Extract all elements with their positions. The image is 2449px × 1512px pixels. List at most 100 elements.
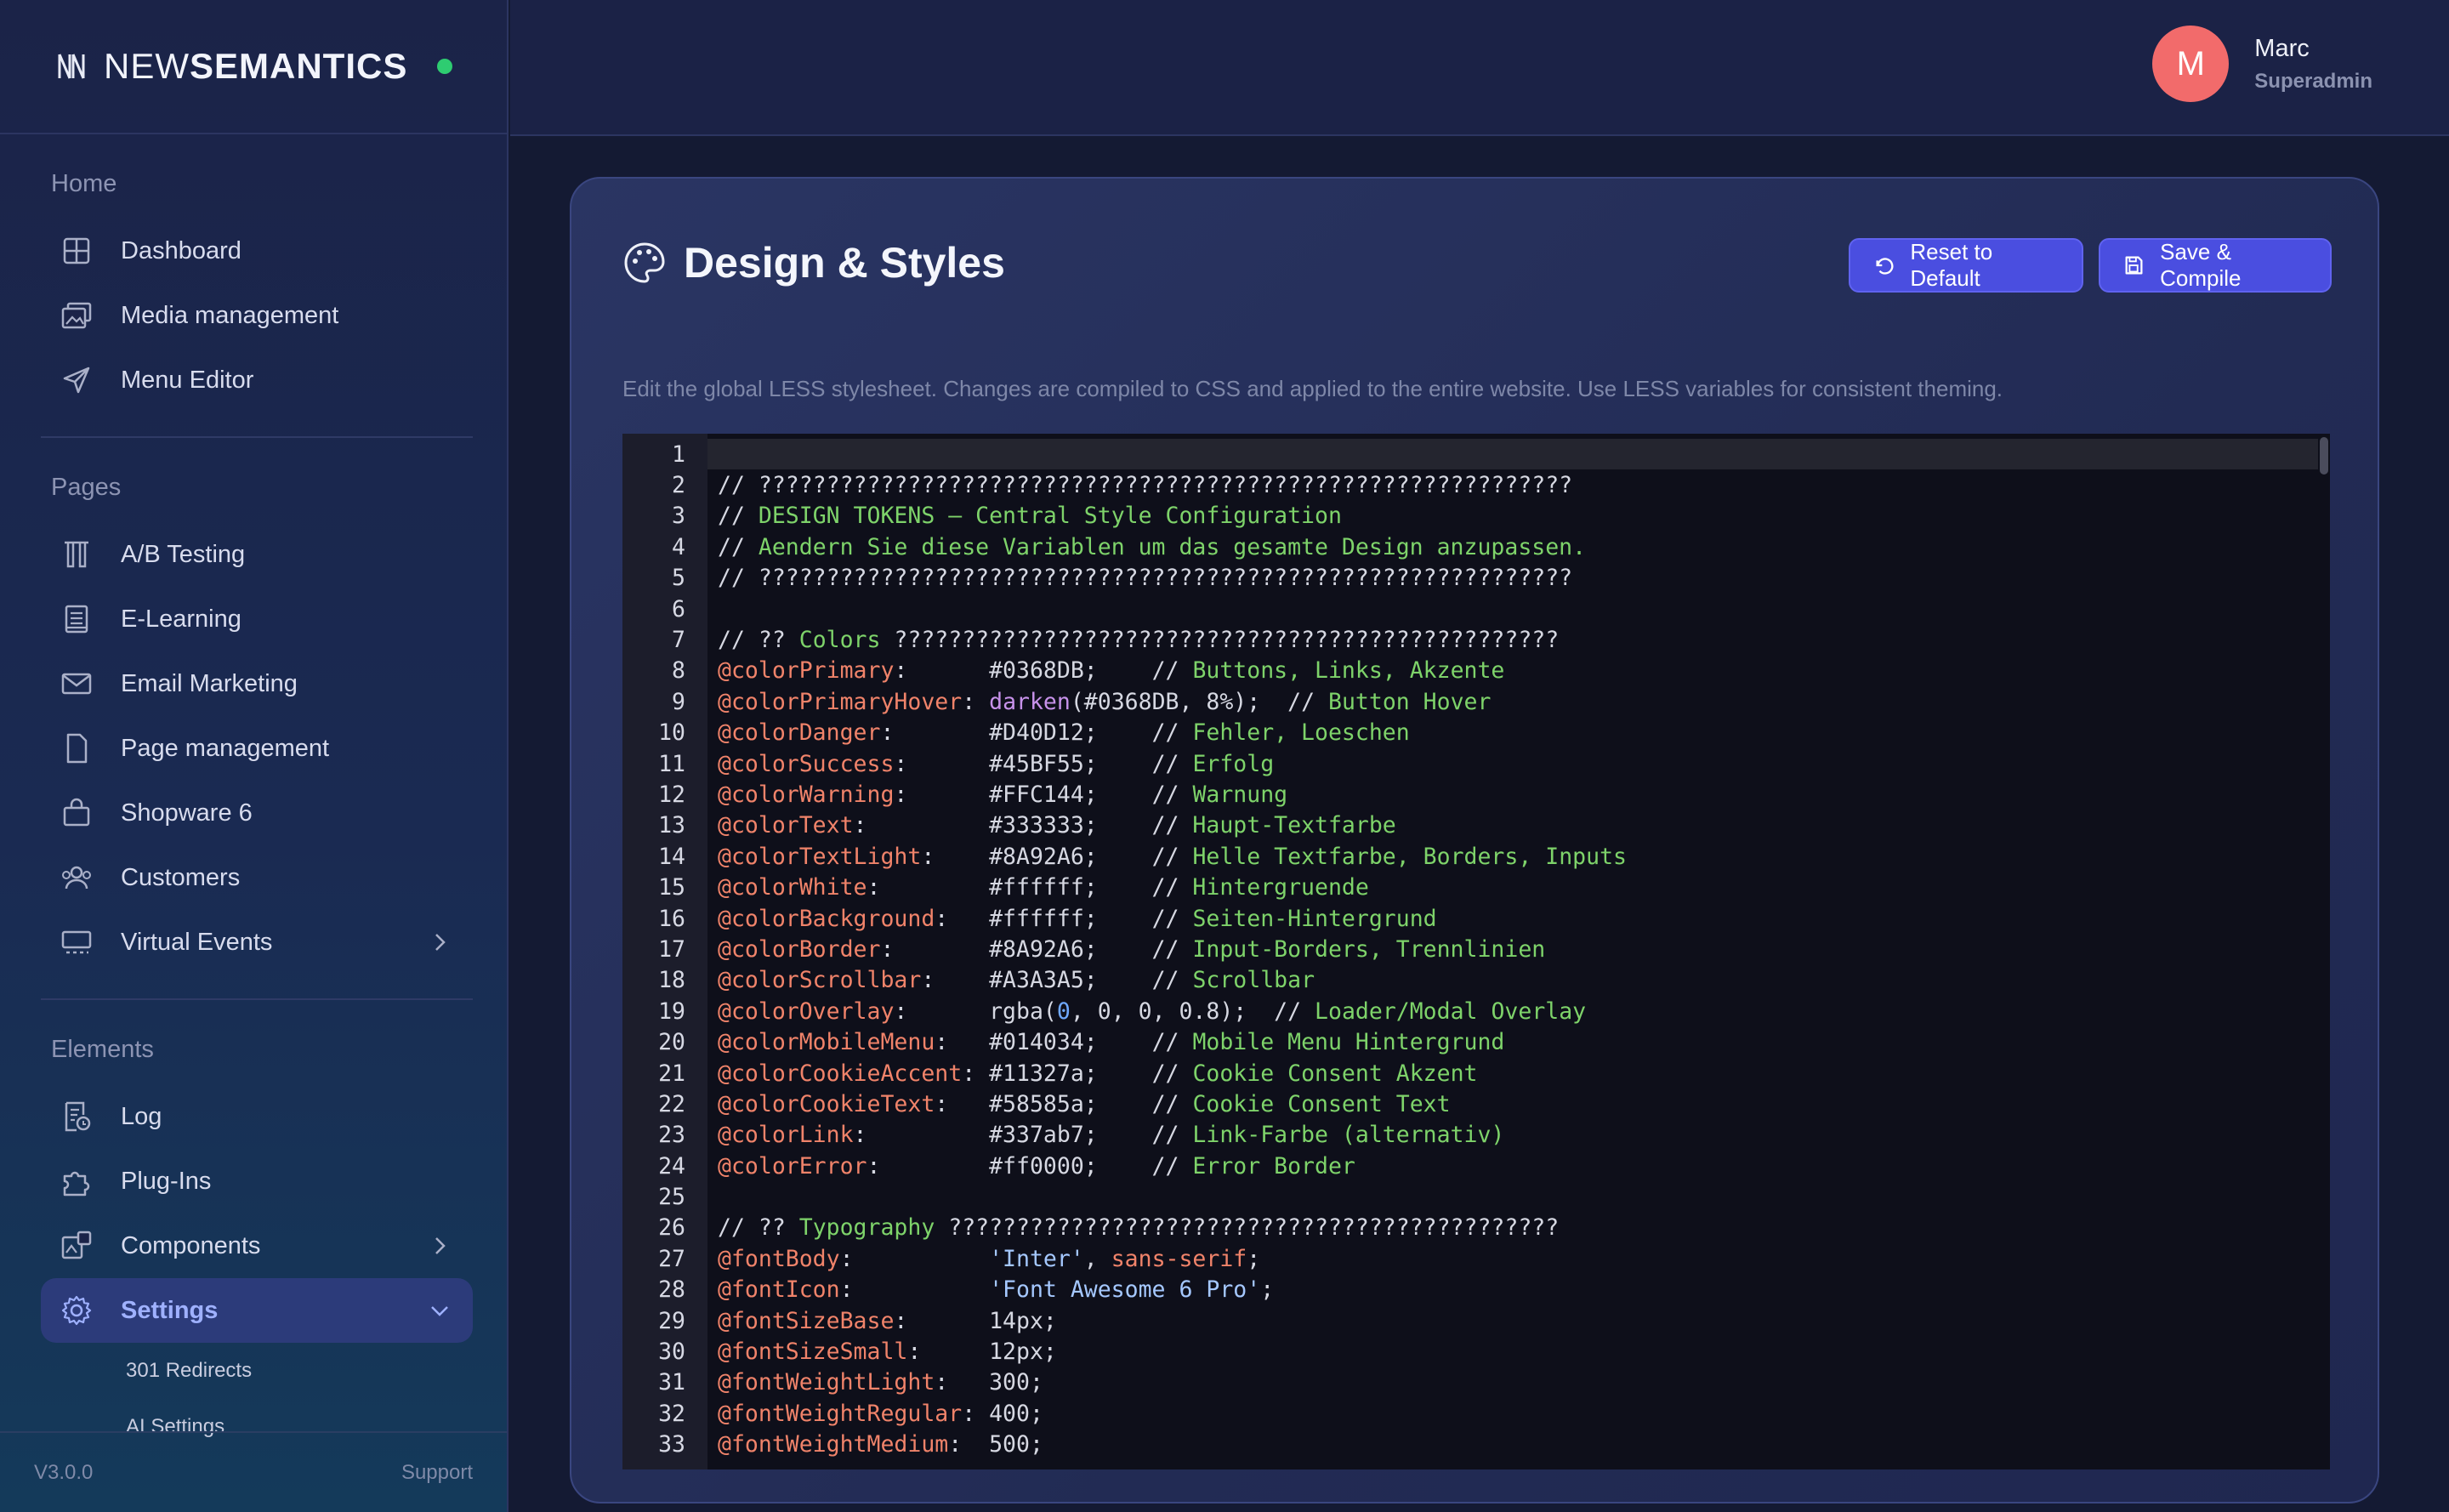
code-line[interactable]: 31 @fontWeightLight: 300; — [622, 1367, 2330, 1398]
user-name: Marc — [2254, 34, 2310, 62]
brand[interactable]: NEWSEMANTICS — [0, 0, 507, 134]
sidebar-item-shopware[interactable]: Shopware 6 — [41, 781, 473, 845]
code-text: // ?????????????????????????????????????… — [718, 472, 1573, 499]
sidebar-item-label: Email Marketing — [121, 669, 298, 697]
code-line[interactable]: 20 @colorMobileMenu: #014034; // Mobile M… — [622, 1026, 2330, 1057]
sidebar-item-dashboard[interactable]: Dashboard — [41, 219, 473, 283]
line-number: 31 — [658, 1369, 685, 1396]
code-line[interactable]: 15 @colorWhite: #ffffff; // Hintergruende — [622, 872, 2330, 902]
save-button-label: Save & Compile — [2160, 239, 2242, 291]
sidebar-item-log[interactable]: Log — [41, 1084, 473, 1149]
code-line[interactable]: 12 @colorWarning: #FFC144; // Warnung — [622, 779, 2330, 810]
code-line[interactable]: 26 // ?? Typography ?????????????????????… — [622, 1213, 2330, 1243]
line-number: 22 — [658, 1090, 685, 1117]
line-number: 28 — [658, 1276, 685, 1304]
code-line[interactable]: 3 // DESIGN TOKENS – Central Style Config… — [622, 501, 2330, 531]
line-number: 26 — [658, 1214, 685, 1242]
line-number: 17 — [658, 935, 685, 963]
support-link[interactable]: Support — [401, 1461, 473, 1485]
code-line[interactable]: 19 @colorOverlay: rgba(0, 0, 0, 0.8); // … — [622, 996, 2330, 1026]
line-number: 29 — [658, 1307, 685, 1334]
code-line[interactable]: 25 — [622, 1181, 2330, 1212]
line-number: 19 — [658, 998, 685, 1025]
sidebar-item-label: A/B Testing — [121, 540, 246, 568]
sidebar-item-email-marketing[interactable]: Email Marketing — [41, 651, 473, 716]
sidebar-item-components[interactable]: Components — [41, 1214, 473, 1278]
line-number: 32 — [658, 1400, 685, 1427]
chevron-down-icon — [431, 1306, 448, 1316]
code-line[interactable]: 29 @fontSizeBase: 14px; — [622, 1305, 2330, 1336]
sidebar-item-ab-testing[interactable]: A/B Testing — [41, 522, 473, 587]
sidebar-item-plug-ins[interactable]: Plug-Ins — [41, 1149, 473, 1214]
code-line[interactable]: 28 @fontIcon: 'Font Awesome 6 Pro'; — [622, 1275, 2330, 1305]
code-line[interactable]: 11 @colorSuccess: #45BF55; // Erfolg — [622, 748, 2330, 779]
code-text: @fontSizeBase: 14px; — [718, 1307, 1057, 1334]
sidebar-item-customers[interactable]: Customers — [41, 845, 473, 910]
line-number: 6 — [672, 595, 685, 622]
submenu-item-301-redirects[interactable]: 301 Redirects — [126, 1343, 473, 1399]
user-role: Superadmin — [2254, 69, 2372, 93]
code-line[interactable]: 27 @fontBody: 'Inter', sans-serif; — [622, 1243, 2330, 1274]
book-icon — [65, 605, 88, 634]
code-text: // ?? Colors ???????????????????????????… — [718, 627, 1560, 654]
sidebar-item-menu-editor[interactable]: Menu Editor — [41, 348, 473, 412]
topbar: M Marc Superadmin — [510, 0, 2449, 136]
send-icon — [63, 367, 90, 394]
page-description: Edit the global LESS stylesheet. Changes… — [622, 376, 2003, 401]
shopping-bag-icon — [63, 798, 90, 827]
reset-to-default-button[interactable]: Reset to Default — [1849, 238, 2083, 293]
line-number: 10 — [658, 719, 685, 747]
code-line[interactable]: 9 @colorPrimaryHover: darken(#0368DB, 8%)… — [622, 686, 2330, 717]
line-number: 27 — [658, 1245, 685, 1272]
code-line[interactable]: 32 @fontWeightRegular: 400; — [622, 1398, 2330, 1429]
monitor-icon — [61, 930, 92, 954]
code-text: @fontBody: 'Inter', sans-serif; — [718, 1245, 1261, 1272]
user-menu[interactable]: M Marc Superadmin — [2152, 26, 2372, 102]
code-text: @fontWeightRegular: 400; — [718, 1400, 1043, 1427]
code-line[interactable]: 13 @colorText: #333333; // Haupt-Textfarb… — [622, 810, 2330, 841]
puzzle-icon — [63, 1171, 90, 1197]
code-text: @colorText: #333333; // Haupt-Textfarbe — [718, 812, 1396, 839]
code-line[interactable]: 8 @colorPrimary: #0368DB; // Buttons, Lin… — [622, 656, 2330, 686]
code-line[interactable]: 22 @colorCookieText: #58585a; // Cookie C… — [622, 1089, 2330, 1119]
less-code-editor[interactable]: 1 2// ???????????????????????????????????… — [622, 434, 2330, 1469]
code-text: @colorWhite: #ffffff; // Hintergruende — [718, 874, 1369, 901]
code-line[interactable]: 5 // ????????????????????????????????????… — [622, 563, 2330, 594]
code-line[interactable]: 14 @colorTextLight: #8A92A6; // Helle Tex… — [622, 841, 2330, 872]
code-line[interactable]: 30 @fontSizeSmall: 12px; — [622, 1336, 2330, 1367]
sidebar-item-virtual-events[interactable]: Virtual Events — [41, 910, 473, 975]
design-styles-card: Design & Styles Reset to Default Save & … — [570, 177, 2379, 1503]
page-title: Design & Styles — [684, 239, 1005, 287]
line-number: 11 — [658, 750, 685, 777]
code-line[interactable]: 6 — [622, 594, 2330, 624]
nav-heading-elements: Elements — [51, 1036, 154, 1063]
code-line[interactable]: 2 // ????????????????????????????????????… — [622, 469, 2330, 500]
sidebar-item-label: Media management — [121, 301, 339, 329]
code-line[interactable]: 16 @colorBackground: #ffffff; // Seiten-H… — [622, 903, 2330, 934]
code-line[interactable]: 17 @colorBorder: #8A92A6; // Input-Border… — [622, 934, 2330, 964]
card-header: Design & Styles — [622, 238, 1005, 287]
sidebar-item-label: Menu Editor — [121, 366, 254, 394]
save-compile-button[interactable]: Save & Compile — [2099, 238, 2332, 293]
code-line[interactable]: 18 @colorScrollbar: #A3A3A5; // Scrollbar — [622, 965, 2330, 996]
sidebar-item-media-management[interactable]: Media management — [41, 283, 473, 348]
line-number: 30 — [658, 1339, 685, 1366]
sidebar-item-page-management[interactable]: Page management — [41, 716, 473, 781]
code-line[interactable]: 1 — [622, 439, 2330, 469]
code-line[interactable]: 10 @colorDanger: #D40D12; // Fehler, Loes… — [622, 718, 2330, 748]
code-line[interactable]: 33 @fontWeightMedium: 500; — [622, 1430, 2330, 1460]
ab-testing-icon — [65, 541, 88, 568]
sidebar-item-settings[interactable]: Settings — [41, 1278, 473, 1343]
code-text: @colorCookieText: #58585a; // Cookie Con… — [718, 1090, 1451, 1117]
sidebar-item-e-learning[interactable]: E-Learning — [41, 587, 473, 651]
code-line[interactable]: 7 // ?? Colors ??????????????????????????… — [622, 624, 2330, 655]
code-line[interactable]: 21 @colorCookieAccent: #11327a; // Cookie… — [622, 1058, 2330, 1089]
avatar[interactable]: M — [2152, 26, 2230, 102]
nav-divider — [41, 436, 473, 438]
code-text: @colorBorder: #8A92A6; // Input-Borders,… — [718, 935, 1546, 963]
code-line[interactable]: 24 @colorError: #ff0000; // Error Border — [622, 1151, 2330, 1181]
line-number: 16 — [658, 905, 685, 932]
code-line[interactable]: 4 // Aendern Sie diese Variablen um das g… — [622, 531, 2330, 562]
sidebar-item-label: Plug-Ins — [121, 1167, 212, 1195]
code-line[interactable]: 23 @colorLink: #337ab7; // Link-Farbe (al… — [622, 1120, 2330, 1151]
